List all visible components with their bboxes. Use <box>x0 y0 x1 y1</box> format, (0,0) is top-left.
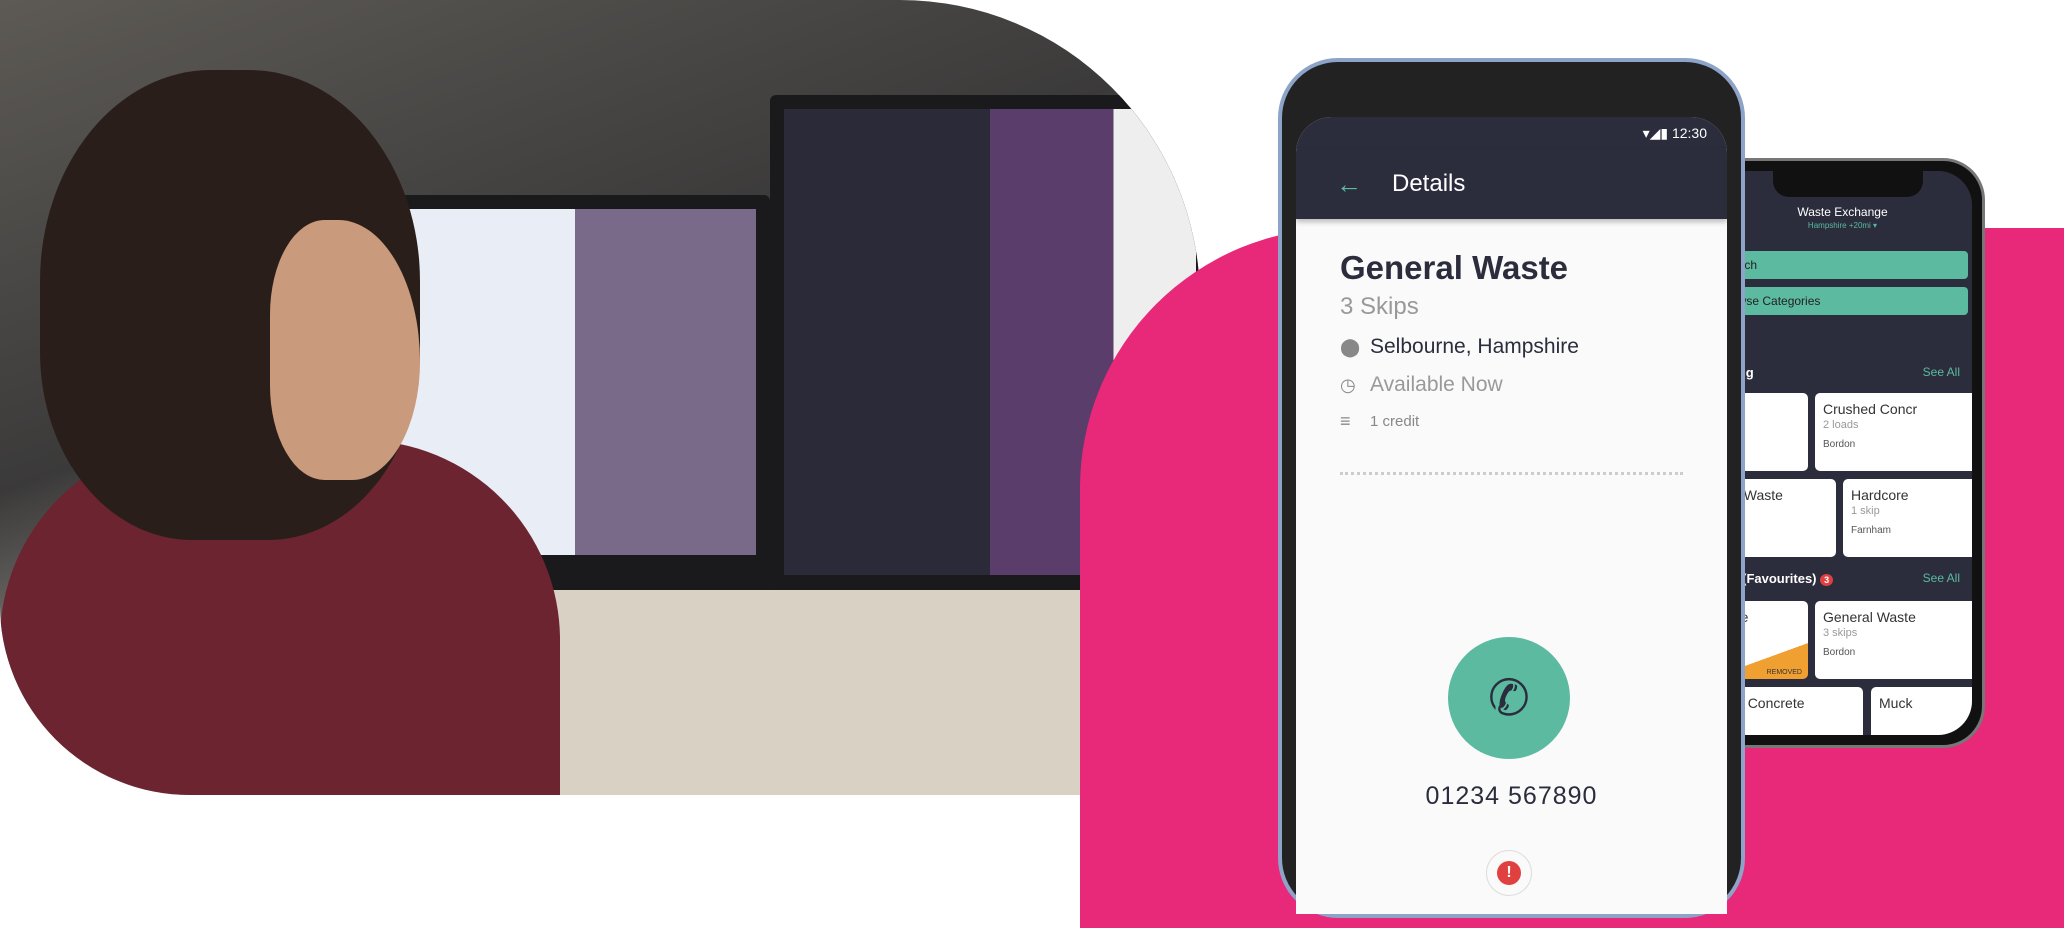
listing-card[interactable]: Crushed Concr 2 loads Bordon <box>1815 393 1972 471</box>
location-pin-icon: ⬤ <box>1340 336 1361 357</box>
credit-stack-icon: ≡ <box>1340 411 1351 431</box>
listing-location: Selbourne, Hampshire <box>1370 335 1579 358</box>
listing-availability: Available Now <box>1370 373 1503 396</box>
front-phone: ▾◢▮ 12:30 ← Details General Waste 3 Skips… <box>1278 58 1745 918</box>
see-all-link[interactable]: See All <box>1923 571 1960 585</box>
call-button[interactable]: ✆ <box>1448 637 1570 759</box>
report-button[interactable]: ! <box>1486 850 1532 896</box>
divider <box>1340 472 1683 475</box>
search-button[interactable]: Search <box>1713 251 1968 279</box>
listing-card[interactable]: Muck <box>1871 687 1972 735</box>
listing-card[interactable]: Hardcore 1 skip Farnham <box>1843 479 1972 557</box>
app-header: ← Details <box>1296 149 1727 219</box>
app-title: Waste Exchange <box>1797 205 1888 219</box>
listing-title: General Waste <box>1340 249 1569 286</box>
status-bar: ▾◢▮ 12:30 <box>1296 117 1727 149</box>
phone-icon: ✆ <box>1488 670 1530 726</box>
listing-card[interactable]: General Waste 3 skips Bordon <box>1815 601 1972 679</box>
alert-icon: ! <box>1497 861 1521 885</box>
back-arrow-icon[interactable]: ← <box>1336 169 1362 200</box>
removed-tag: REMOVED <box>1766 669 1802 676</box>
region-selector[interactable]: Hampshire +20mi ▾ <box>1713 221 1972 230</box>
clock-icon: ◷ <box>1340 374 1356 395</box>
listing-credits: 1 credit <box>1370 413 1420 430</box>
browse-categories-button[interactable]: Browse Categories <box>1713 287 1968 315</box>
listing-quantity: 3 Skips <box>1340 293 1419 320</box>
header-title: Details <box>1392 170 1466 197</box>
see-all-link[interactable]: See All <box>1923 365 1960 379</box>
office-photo <box>0 0 1200 795</box>
count-badge: 3 <box>1820 574 1834 586</box>
phone-notch <box>1773 171 1923 197</box>
phone-number[interactable]: 01234 567890 <box>1296 782 1727 811</box>
